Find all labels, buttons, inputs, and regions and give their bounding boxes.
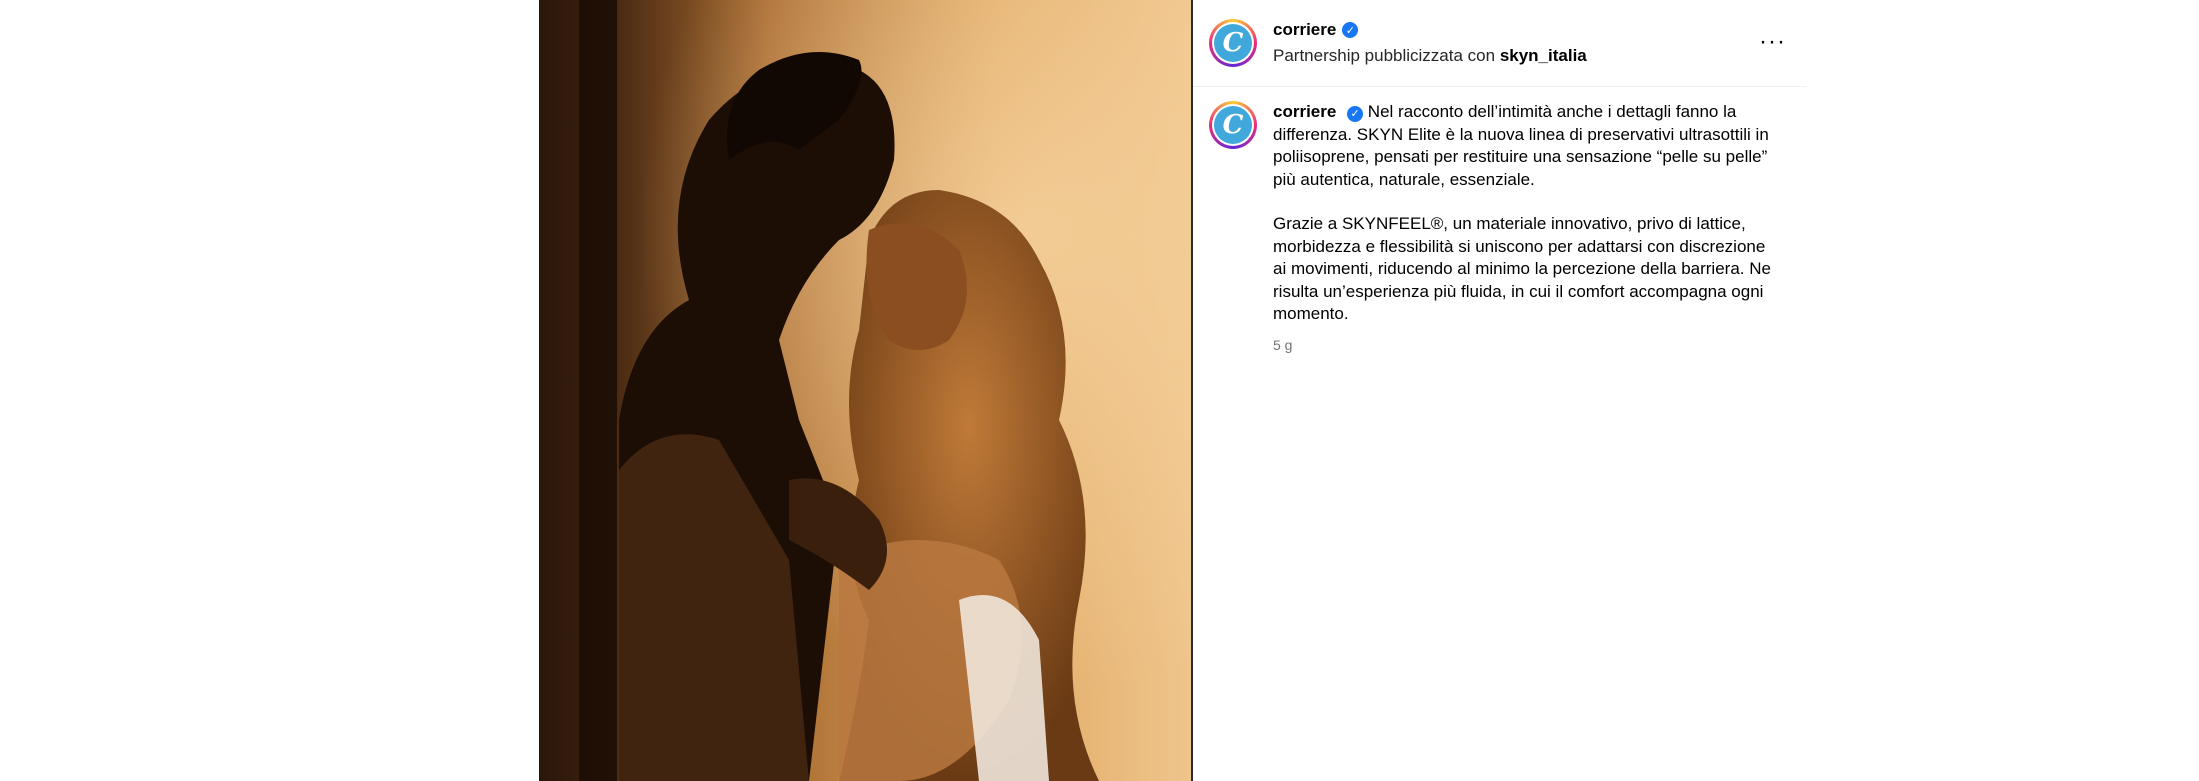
author-avatar[interactable]: C [1209, 19, 1257, 67]
partner-handle[interactable]: skyn_italia [1500, 46, 1587, 65]
post-image-art [539, 0, 1191, 781]
more-options-icon[interactable]: ··· [1759, 28, 1786, 56]
verified-badge-icon: ✓ [1347, 106, 1364, 123]
verified-badge-icon: ✓ [1342, 22, 1359, 38]
post-image[interactable] [539, 0, 1191, 781]
header-text: corriere ✓ Partnership pubblicizzata con… [1273, 20, 1587, 66]
post-timestamp[interactable]: 5 g [1273, 334, 1779, 357]
avatar-logo: C [1214, 106, 1252, 144]
caption-comment: C corriere ✓ Nel racconto dell’intimità … [1193, 87, 1806, 372]
avatar-logo: C [1214, 24, 1252, 62]
instagram-post: C corriere ✓ Partnership pubblicizzata c… [539, 0, 1806, 781]
caption-paragraph-2: Grazie a SKYNFEEL®, un materiale innovat… [1273, 214, 1771, 323]
post-sidebar: C corriere ✓ Partnership pubblicizzata c… [1193, 0, 1806, 781]
partnership-label: Partnership pubblicizzata con skyn_itali… [1273, 46, 1587, 66]
partnership-prefix: Partnership pubblicizzata con [1273, 46, 1496, 65]
caption-avatar[interactable]: C [1209, 101, 1257, 149]
caption-username[interactable]: corriere [1273, 102, 1336, 121]
avatar-ring: C [1212, 104, 1254, 146]
avatar-ring: C [1212, 22, 1254, 64]
post-header: C corriere ✓ Partnership pubblicizzata c… [1193, 0, 1806, 87]
caption-paragraph-1: corriere ✓ Nel racconto dell’intimità an… [1273, 101, 1779, 191]
caption-body: corriere ✓ Nel racconto dell’intimità an… [1273, 101, 1779, 356]
author-username[interactable]: corriere [1273, 20, 1336, 40]
username-row: corriere ✓ [1273, 20, 1587, 40]
